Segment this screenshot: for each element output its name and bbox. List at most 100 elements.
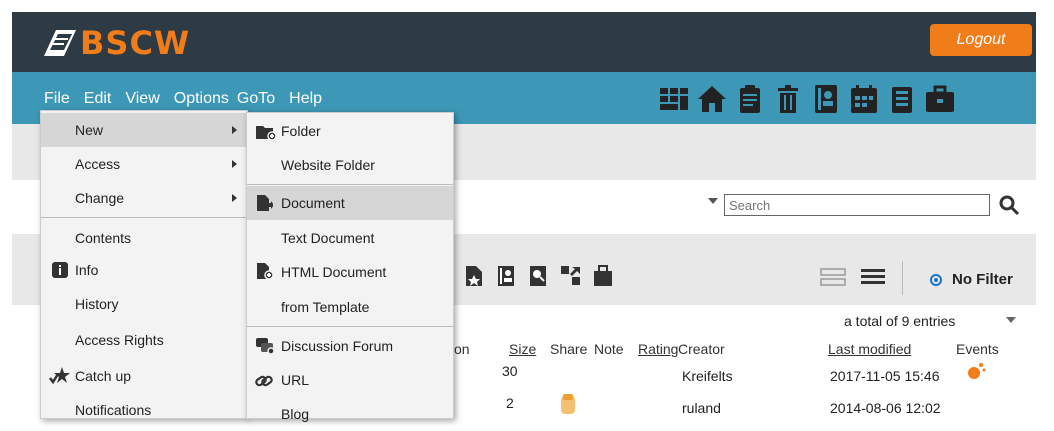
catch-up-icon [49,367,70,385]
calendar-icon[interactable] [848,82,880,116]
file-menu-catch-up[interactable]: Catch up [41,359,247,393]
event-icon[interactable] [966,361,986,381]
new-text-document[interactable]: Text Document [247,221,453,255]
menu-item-label: Discussion Forum [281,338,394,354]
file-menu: New Access Change Contents Info History … [40,110,248,419]
chevron-down-icon[interactable] [708,198,718,204]
grid-icon[interactable] [658,82,690,116]
file-menu-access[interactable]: Access [41,147,247,181]
menu-item-label: History [75,296,119,312]
new-url[interactable]: URL [247,363,453,397]
menu-divider [41,217,247,218]
menu-help[interactable]: Help [289,90,322,108]
file-menu-change[interactable]: Change [41,181,247,215]
new-document[interactable]: Document [247,186,453,220]
new-discussion-forum[interactable]: Discussion Forum [247,329,453,363]
menu-divider [247,326,453,327]
column-header-creator: Creator [678,341,725,357]
filter-radio[interactable] [930,273,942,286]
chevron-down-icon[interactable] [1006,317,1016,323]
menu-item-label: Access Rights [75,332,164,348]
search-document-icon[interactable] [528,265,548,287]
menu-item-label: Website Folder [281,157,375,173]
logo-mark-icon [44,30,76,56]
filter-toggle[interactable]: No Filter [930,271,1013,288]
filter-label: No Filter [952,271,1013,288]
file-menu-contents[interactable]: Contents [41,221,247,255]
menu-divider [247,184,453,185]
bscw-logo: BSCW [42,24,191,62]
window-frame-right [1036,0,1054,417]
toolbar-divider [902,261,903,295]
menu-item-label: URL [281,372,310,388]
row-2-modified: 2014-08-06 12:02 [830,400,941,416]
menu-goto[interactable]: GoTo [237,90,275,108]
share-icon[interactable] [558,393,578,415]
chevron-right-icon [232,160,237,168]
list-compact-view-icon[interactable] [820,267,846,287]
forum-icon [256,338,275,355]
folder-icon [256,126,277,141]
menu-edit[interactable]: Edit [84,90,112,108]
new-folder[interactable]: Folder [247,114,453,148]
chevron-right-icon [232,126,237,134]
menu-item-label: from Template [281,299,370,315]
column-header-events: Events [956,341,999,357]
file-menu-history[interactable]: History [41,287,247,321]
chevron-right-icon [232,194,237,202]
new-document-icon[interactable] [464,265,484,287]
row-1-creator[interactable]: Kreifelts [682,368,733,384]
entry-count: a total of 9 entries [844,313,956,329]
row-2-creator[interactable]: ruland [682,400,721,416]
menu-item-label: HTML Document [281,264,387,280]
top-bar: BSCW Logout [12,12,1036,72]
search-input[interactable] [724,194,990,216]
menu-view[interactable]: View [125,90,159,108]
menu-item-label: Info [75,262,99,278]
file-menu-access-rights[interactable]: Access Rights [41,323,247,357]
move-icon[interactable] [560,265,580,287]
list-view-icon[interactable] [860,267,886,287]
new-from-template[interactable]: from Template [247,290,453,324]
contacts-icon[interactable] [810,82,842,116]
new-website-folder[interactable]: Website Folder [247,148,453,182]
column-header-size[interactable]: Size [509,341,536,357]
document-icon [257,195,273,211]
briefcase-icon[interactable] [924,82,956,116]
menu-item-label: Document [281,195,345,211]
search-icon[interactable] [998,194,1020,216]
file-menu-notifications[interactable]: Notifications [41,393,247,427]
new-html-document[interactable]: HTML Document [247,255,453,289]
logout-button[interactable]: Logout [930,24,1032,56]
home-icon[interactable] [696,82,728,116]
new-blog[interactable]: Blog [247,397,453,431]
column-header-rating[interactable]: Rating [638,341,678,357]
url-icon [255,375,273,387]
menu-item-label: Catch up [75,368,132,384]
window-frame-left [0,0,12,417]
menu-item-label: Access [75,156,121,172]
html-document-icon [257,263,273,280]
archive-icon[interactable] [592,265,612,287]
column-header-modified[interactable]: Last modified [828,341,911,357]
contacts-small-icon[interactable] [496,265,516,287]
menu-item-label: Change [75,190,125,206]
file-menu-new[interactable]: New [41,113,247,147]
column-header-note: Note [594,341,624,357]
new-submenu: Folder Website Folder Document Text Docu… [246,112,454,422]
file-menu-info[interactable]: Info [41,253,247,287]
menu-item-label: Text Document [281,230,375,246]
info-icon [52,262,68,278]
column-header-share: Share [550,341,588,357]
menu-item-label: Notifications [75,402,152,418]
clipboard-icon[interactable] [734,82,766,116]
menu-item-label: Blog [281,406,310,422]
trash-icon[interactable] [772,82,804,116]
logo-text: BSCW [80,24,191,62]
menu-options[interactable]: Options [174,90,229,108]
menu-file[interactable]: File [44,90,70,108]
menu-item-label: Folder [281,123,321,139]
row-1-modified: 2017-11-05 15:46 [830,368,940,384]
tasks-icon[interactable] [886,82,918,116]
row-2-size: 2 [506,395,514,411]
